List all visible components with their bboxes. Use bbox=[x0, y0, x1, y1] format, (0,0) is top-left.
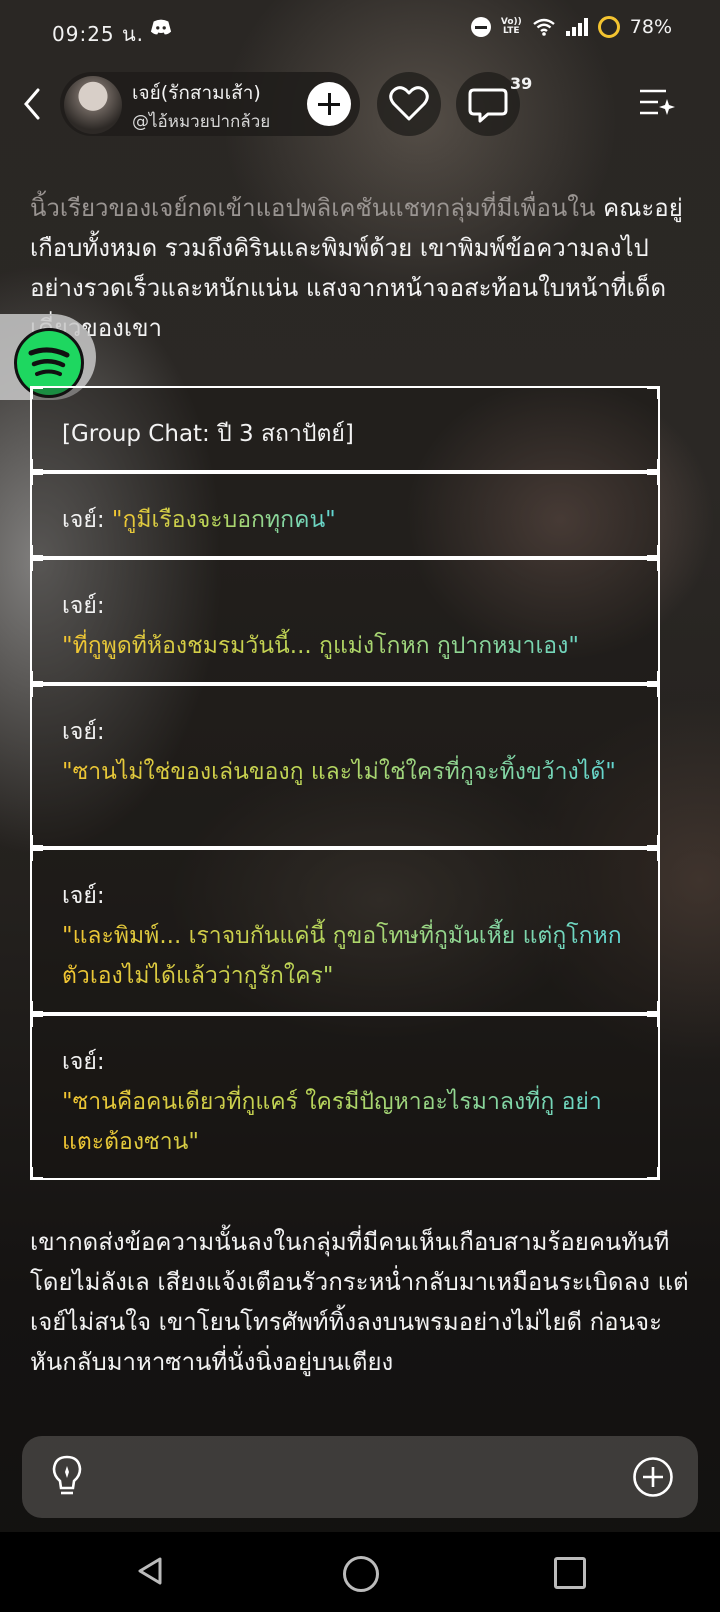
speaker-name: เจย์: bbox=[62, 719, 105, 745]
author-name: เจย์(รักสามเส้า) bbox=[132, 82, 261, 104]
signal-icon bbox=[565, 18, 588, 36]
chat-message: เจย์: "ที่กูพูดที่ห้องชมรมวันนี้... กูแม… bbox=[30, 558, 660, 684]
wifi-icon bbox=[533, 18, 555, 36]
comment-input-bar[interactable] bbox=[22, 1436, 698, 1518]
battery-icon bbox=[597, 16, 620, 38]
story-header: เจย์(รักสามเส้า) @ไอ้หมวยปากล้วย 39 bbox=[0, 70, 720, 136]
lightbulb-icon[interactable] bbox=[50, 1454, 84, 1500]
battery-percent: 78% bbox=[629, 16, 672, 38]
chat-message: เจย์: "และพิมพ์... เราจบกันแค่นี้ กูขอโท… bbox=[30, 848, 660, 1014]
speaker-name: เจย์: bbox=[62, 883, 105, 909]
message-text: "ที่กูพูดที่ห้องชมรมวันนี้... กูแม่งโกหก… bbox=[62, 626, 628, 666]
status-bar: 09:25 น. Vo)) LTE 78% bbox=[0, 0, 720, 62]
faded-text: นิ้วเรียวของเจย์กดเข้าแอปพลิเคชันแชทกลุ่… bbox=[30, 194, 596, 222]
plus-icon[interactable] bbox=[307, 82, 351, 126]
avatar[interactable] bbox=[64, 76, 122, 134]
status-icons: Vo)) LTE 78% bbox=[470, 16, 672, 38]
message-text: "กูมีเรื่องจะบอกทุกคน" bbox=[111, 507, 336, 533]
volte-icon: Vo)) LTE bbox=[500, 17, 522, 36]
chat-header-box: [Group Chat: ปี 3 สถาปัตย์] bbox=[30, 386, 660, 472]
story-paragraph: นิ้วเรียวของเจย์กดเข้าแอปพลิเคชันแชทกลุ่… bbox=[30, 188, 690, 348]
chat-message: เจย์: "กูมีเรื่องจะบอกทุกคน" bbox=[30, 472, 660, 558]
discord-icon bbox=[150, 19, 172, 35]
speaker-name: เจย์: bbox=[62, 1049, 105, 1075]
comment-count: 39 bbox=[510, 74, 533, 93]
do-not-disturb-icon bbox=[470, 17, 491, 37]
nav-back-icon[interactable] bbox=[136, 1556, 164, 1586]
message-text: "ซานคือคนเดียวที่กูแคร์ ใครมีปัญหาอะไรมา… bbox=[62, 1082, 628, 1162]
menu-sparkle-icon[interactable] bbox=[636, 86, 676, 120]
system-nav-bar bbox=[0, 1532, 720, 1612]
chat-message: เจย์: "ซานคือคนเดียวที่กูแคร์ ใครมีปัญหา… bbox=[30, 1014, 660, 1180]
author-handle: @ไอ้หมวยปากล้วย bbox=[132, 112, 271, 132]
nav-recents-icon[interactable] bbox=[554, 1557, 586, 1589]
like-button[interactable] bbox=[377, 72, 441, 136]
chat-title: [Group Chat: ปี 3 สถาปัตย์] bbox=[62, 421, 354, 447]
speaker-name: เจย์: bbox=[62, 593, 105, 619]
speaker-name: เจย์: bbox=[62, 507, 105, 533]
heart-icon bbox=[389, 86, 429, 121]
nav-home-icon[interactable] bbox=[343, 1556, 379, 1592]
chevron-left-icon[interactable] bbox=[18, 84, 48, 124]
message-text: "ซานไม่ใช่ของเล่นของกู และไม่ใช่ใครที่กู… bbox=[62, 752, 628, 792]
story-paragraph: เขากดส่งข้อความนั้นลงในกลุ่มที่มีคนเห็นเ… bbox=[30, 1228, 689, 1376]
message-text: "และพิมพ์... เราจบกันแค่นี้ กูขอโทษที่กู… bbox=[62, 916, 628, 996]
chat-message: เจย์: "ซานไม่ใช่ของเล่นของกู และไม่ใช่ใค… bbox=[30, 684, 660, 848]
status-time: 09:25 น. bbox=[52, 22, 145, 46]
plus-circle-icon[interactable] bbox=[632, 1456, 674, 1498]
